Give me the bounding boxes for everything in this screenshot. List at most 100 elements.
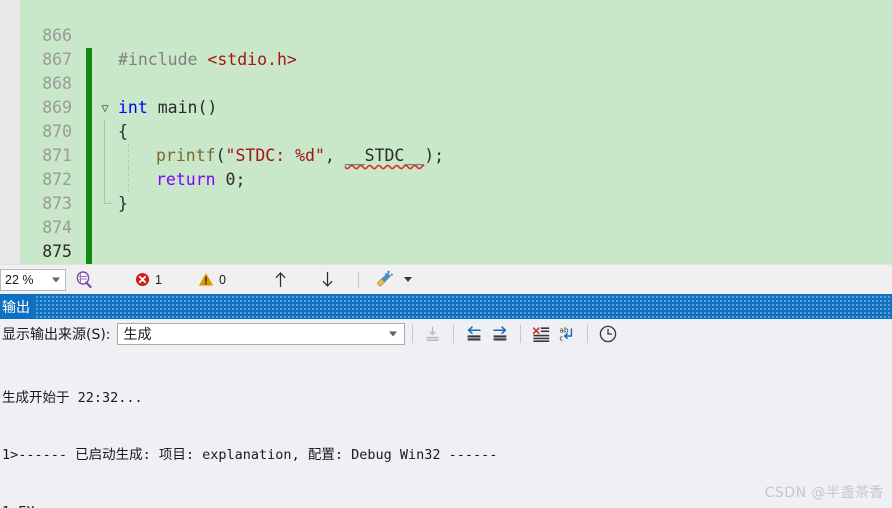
unsaved-change-bar <box>86 72 92 96</box>
output-line: 1>------ 已启动生成: 项目: explanation, 配置: Deb… <box>2 447 498 463</box>
output-source-combobox[interactable]: 生成 <box>116 323 405 345</box>
indent-guide-line <box>128 168 129 192</box>
zoom-level-combobox[interactable]: 22 % <box>0 268 66 291</box>
error-count[interactable]: 1 <box>135 272 162 287</box>
toolbar-divider <box>452 325 454 343</box>
code-lines: 866 867 868 #include <stdio.h> 869 870 ▽ <box>0 0 892 264</box>
previous-error-button[interactable] <box>272 270 289 289</box>
paren-open: ( <box>215 146 226 165</box>
visual-studio-window: 866 867 868 #include <stdio.h> 869 870 ▽ <box>0 0 892 508</box>
error-icon <box>135 272 150 287</box>
warning-count[interactable]: 0 <box>198 272 226 287</box>
fold-guide-line <box>104 120 105 144</box>
toolbar-divider <box>411 325 413 343</box>
left-arrow-icon <box>467 325 481 340</box>
go-to-message-button <box>420 322 446 346</box>
watermark: CSDN @半盏茶香 <box>764 485 884 501</box>
output-panel-header[interactable]: 输出 <box>0 294 892 319</box>
down-arrow-icon <box>322 271 333 287</box>
code-line[interactable]: 873 return 0; <box>0 168 892 213</box>
unsaved-change-bar <box>86 48 92 72</box>
close-brace: } <box>118 194 128 213</box>
fold-guide-end <box>104 192 112 204</box>
output-panel-toolbar: 显示输出来源(S): 生成 ab c <box>0 319 892 349</box>
right-arrow-icon <box>492 325 506 340</box>
status-bar-divider <box>357 271 359 288</box>
word-wrap-icon: ab c <box>559 325 572 342</box>
broom-icon <box>376 270 393 287</box>
code-line[interactable]: 866 <box>0 0 892 45</box>
code-line[interactable]: 872 printf("STDC: %d", __STDC__); <box>0 144 892 189</box>
code-line[interactable]: 868 #include <stdio.h> <box>0 48 892 93</box>
output-panel-title: 输出 <box>2 299 30 316</box>
printf-call: printf <box>156 146 216 165</box>
chevron-down-icon[interactable] <box>403 277 412 282</box>
code-line-current[interactable]: 875 <box>0 216 892 261</box>
keyword-int: int <box>118 98 148 117</box>
up-arrow-icon <box>275 272 286 288</box>
output-text-area[interactable]: 生成开始于 22:32... 1>------ 已启动生成: 项目: expla… <box>0 349 892 508</box>
unsaved-change-bar <box>86 192 92 216</box>
clock-icon <box>599 325 616 343</box>
output-source-label: 显示输出来源(S): <box>2 327 111 343</box>
output-panel: 输出 显示输出来源(S): 生成 ab c 生成开始于 22:32... 1>-… <box>0 294 892 508</box>
chevron-down-icon[interactable] <box>388 331 397 337</box>
code-text: int main() <box>118 96 217 120</box>
code-line[interactable]: 869 <box>0 72 892 117</box>
unsaved-change-bar <box>86 120 92 144</box>
clear-all-icon <box>532 326 549 342</box>
return-value: 0; <box>215 170 246 189</box>
previous-message-button[interactable] <box>461 322 487 346</box>
next-error-button[interactable] <box>319 270 336 289</box>
preprocessor-directive: #include <box>118 50 198 69</box>
format-string: "STDC: %d" <box>225 146 325 165</box>
code-line[interactable]: 867 <box>0 24 892 69</box>
unsaved-change-bar <box>86 168 92 192</box>
include-header: <stdio.h> <box>207 50 297 69</box>
zoom-level-value: 22 % <box>5 272 34 287</box>
code-line[interactable]: 876 <box>0 240 892 264</box>
code-text: { <box>118 120 128 144</box>
undeclared-identifier: __STDC__ <box>344 146 425 165</box>
code-editor[interactable]: 866 867 868 #include <stdio.h> 869 870 ▽ <box>0 0 892 264</box>
code-text: #include <stdio.h> <box>118 48 297 72</box>
intellisense-icon[interactable] <box>74 270 93 289</box>
toolbar-divider <box>586 325 588 343</box>
unsaved-change-bar <box>86 216 92 240</box>
next-message-button[interactable] <box>487 322 513 346</box>
chevron-down-icon[interactable] <box>52 277 60 282</box>
code-line[interactable]: 874 } <box>0 192 892 237</box>
go-to-message-icon <box>426 325 439 341</box>
open-brace: { <box>118 122 128 141</box>
fold-guide-line <box>104 168 105 192</box>
output-line: 生成开始于 22:32... <box>2 390 143 406</box>
warning-icon <box>198 273 214 286</box>
keyword-return: return <box>156 170 216 189</box>
editor-status-bar: 22 % 1 0 <box>0 264 892 294</box>
paren-close: ); <box>424 146 445 165</box>
code-text: } <box>118 192 128 216</box>
unsaved-change-bar <box>86 96 92 120</box>
code-cleanup-button[interactable] <box>375 270 412 289</box>
show-output-history-button[interactable] <box>595 322 621 346</box>
code-line[interactable]: 871 { <box>0 120 892 165</box>
output-line: 1>EX.c <box>2 503 892 508</box>
code-line[interactable]: 870 ▽ int main() <box>0 96 892 141</box>
clear-all-button[interactable] <box>528 322 554 346</box>
argument-separator: , <box>324 146 345 165</box>
unsaved-change-bar <box>86 144 92 168</box>
fold-guide-line <box>104 144 105 168</box>
svg-text:c: c <box>559 333 563 342</box>
chevron-down-icon[interactable]: ▽ <box>96 96 114 120</box>
panel-drag-grip[interactable] <box>36 294 892 319</box>
code-text: printf("STDC: %d", __STDC__); <box>156 144 444 168</box>
error-count-value: 1 <box>155 272 162 287</box>
output-source-value: 生成 <box>123 327 152 343</box>
function-name: main() <box>147 98 218 117</box>
indent-guide-line <box>128 144 129 168</box>
code-text: return 0; <box>156 168 245 192</box>
warning-count-value: 0 <box>218 272 226 287</box>
toggle-word-wrap-button[interactable]: ab c <box>554 322 580 346</box>
unsaved-change-bar <box>86 240 92 264</box>
